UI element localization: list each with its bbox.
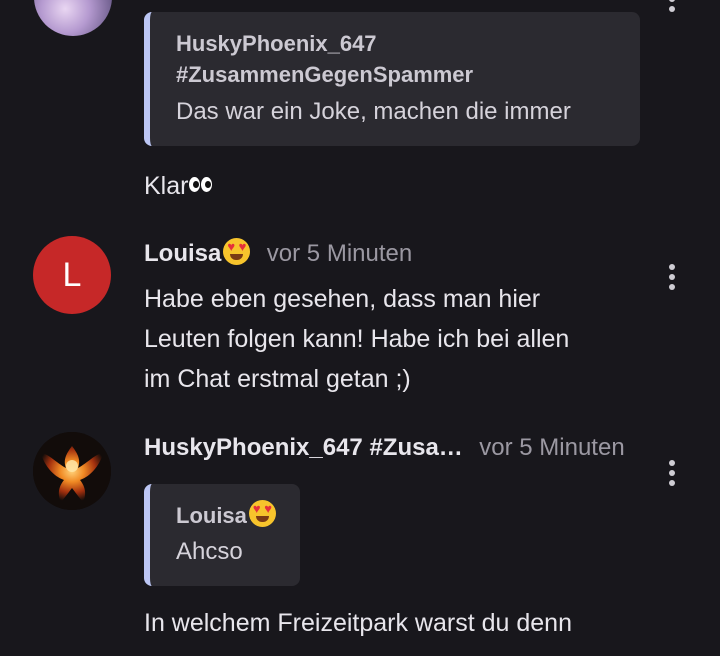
heart-eyes-emoji-icon xyxy=(248,500,276,527)
timestamp: vor 5 Minuten xyxy=(479,434,625,461)
more-options-icon[interactable] xyxy=(657,259,687,295)
timestamp: vor 5 Minuten xyxy=(266,240,413,267)
message-header: Louisa vor 5 Minuten xyxy=(144,238,412,268)
avatar-letter: L xyxy=(62,255,82,294)
avatar-huskyphoenix[interactable] xyxy=(33,432,111,510)
quoted-author-name: HuskyPhoenix_647 xyxy=(176,31,377,56)
author-name[interactable]: HuskyPhoenix_647 #Zusa… xyxy=(144,434,463,461)
phoenix-avatar-icon xyxy=(33,432,111,510)
message-text: In welchem Freizeitpark warst du denn xyxy=(144,609,572,637)
message-header: HuskyPhoenix_647 #Zusa… vor 5 Minuten xyxy=(144,434,644,462)
quoted-message[interactable]: Louisa Ahcso xyxy=(144,484,300,586)
quoted-author-name: Louisa xyxy=(176,500,276,531)
message-text: Klar xyxy=(144,164,213,206)
quoted-message[interactable]: HuskyPhoenix_647 #ZusammenGegenSpammer D… xyxy=(144,12,640,146)
avatar-louisa[interactable]: L xyxy=(33,236,111,314)
quoted-message-text: Das war ein Joke, machen die immer xyxy=(176,98,571,125)
eyes-emoji-icon xyxy=(189,164,213,204)
user-avatar-top[interactable] xyxy=(34,0,112,36)
quoted-author-tag: #ZusammenGegenSpammer xyxy=(176,62,474,87)
heart-eyes-emoji-icon xyxy=(223,238,251,265)
quoted-message-text: Ahcso xyxy=(176,538,243,565)
more-options-icon[interactable] xyxy=(657,0,687,22)
message-text: Habe eben gesehen, dass man hier Leuten … xyxy=(144,285,570,393)
more-options-icon[interactable] xyxy=(657,455,687,491)
author-name[interactable]: Louisa xyxy=(144,240,221,267)
